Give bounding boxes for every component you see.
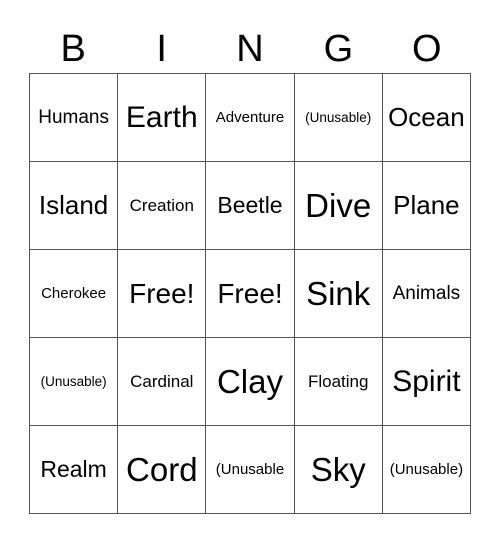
- free-space-cell[interactable]: Free!: [206, 250, 295, 338]
- bingo-cell[interactable]: (Unusable): [294, 74, 383, 162]
- bingo-cell[interactable]: Sky: [294, 426, 383, 514]
- bingo-cell[interactable]: Plane: [382, 162, 471, 250]
- bingo-cell[interactable]: Ocean: [382, 74, 471, 162]
- bingo-cell[interactable]: Spirit: [382, 338, 471, 426]
- bingo-cell[interactable]: Animals: [382, 250, 471, 338]
- header-letter-g: G: [323, 28, 354, 70]
- free-space-cell[interactable]: Free!: [118, 250, 207, 338]
- bingo-cell[interactable]: Beetle: [206, 162, 295, 250]
- header-letter-n: N: [236, 28, 264, 70]
- bingo-cell[interactable]: Adventure: [206, 74, 295, 162]
- header-letter-o: O: [412, 28, 442, 70]
- bingo-cell[interactable]: Earth: [118, 74, 207, 162]
- bingo-cell[interactable]: (Unusable): [30, 338, 119, 426]
- header-letter-b: B: [60, 28, 86, 70]
- bingo-cell[interactable]: Floating: [294, 338, 383, 426]
- bingo-cell[interactable]: Island: [30, 162, 119, 250]
- bingo-cell[interactable]: Cherokee: [30, 250, 119, 338]
- bingo-cell[interactable]: Cord: [118, 426, 207, 514]
- bingo-cell[interactable]: Realm: [30, 426, 119, 514]
- bingo-card-grid: Humans Earth Adventure (Unusable) Ocean …: [29, 73, 471, 514]
- header-letter-i: I: [156, 28, 167, 70]
- bingo-cell[interactable]: (Unusable: [206, 426, 295, 514]
- bingo-cell[interactable]: (Unusable): [382, 426, 471, 514]
- bingo-cell[interactable]: Dive: [294, 162, 383, 250]
- bingo-cell[interactable]: Creation: [118, 162, 207, 250]
- bingo-header: B I N G O: [29, 18, 471, 73]
- bingo-cell[interactable]: Cardinal: [118, 338, 207, 426]
- bingo-cell[interactable]: Sink: [294, 250, 383, 338]
- bingo-cell[interactable]: Humans: [30, 74, 119, 162]
- bingo-cell[interactable]: Clay: [206, 338, 295, 426]
